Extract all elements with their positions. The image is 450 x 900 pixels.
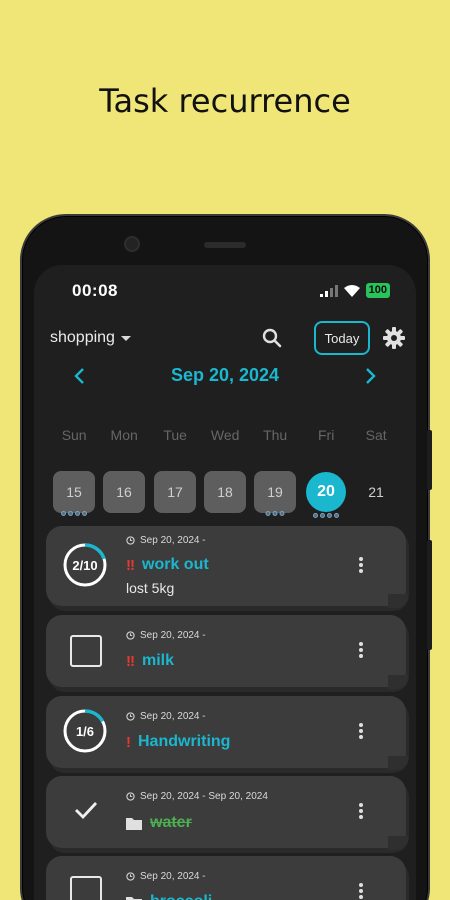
more-vert-icon[interactable] xyxy=(358,722,364,740)
task-title: broccoli xyxy=(126,893,212,900)
task-title: !! work out xyxy=(126,556,209,574)
clock-icon xyxy=(126,631,135,640)
clock-icon xyxy=(126,792,135,801)
folder-icon xyxy=(126,896,142,900)
weekday-label: Sat xyxy=(365,427,387,443)
day-number: 15 xyxy=(66,484,82,500)
task-checkbox[interactable] xyxy=(70,635,102,667)
app-screen: 00:08 100 shopping Today Sep 20, 2024 Su… xyxy=(34,265,416,900)
task-date: Sep 20, 2024 - xyxy=(126,711,206,722)
task-note: lost 5kg xyxy=(126,580,175,596)
wifi-icon xyxy=(343,284,360,297)
task-card[interactable]: 1/6 Sep 20, 2024 - ! Handwriting xyxy=(46,696,408,770)
task-date: Sep 20, 2024 - Sep 20, 2024 xyxy=(126,791,268,802)
priority-icon: ! xyxy=(126,733,131,751)
weekday-label: Wed xyxy=(210,427,240,443)
weekday-label: Mon xyxy=(110,427,138,443)
task-date: Sep 20, 2024 - xyxy=(126,630,206,641)
task-card-completed[interactable]: Sep 20, 2024 - Sep 20, 2024 water xyxy=(46,776,408,850)
battery-icon: 100 xyxy=(365,283,390,298)
folder-icon xyxy=(126,817,142,830)
weekday-label: Tue xyxy=(163,427,187,443)
priority-icon: !! xyxy=(126,652,135,670)
more-vert-icon[interactable] xyxy=(358,641,364,659)
day-number: 16 xyxy=(116,484,132,500)
list-selector[interactable]: shopping xyxy=(50,329,131,347)
task-title: water xyxy=(126,814,192,832)
day-cell[interactable]: 15 xyxy=(53,471,95,516)
priority-icon: !! xyxy=(126,556,135,574)
task-card[interactable]: Sep 20, 2024 - broccoli xyxy=(46,856,406,900)
more-vert-icon[interactable] xyxy=(358,882,364,900)
toolbar: shopping Today xyxy=(50,320,405,356)
speaker xyxy=(204,242,246,248)
headline: Task recurrence xyxy=(99,82,351,120)
day-number: 17 xyxy=(167,484,183,500)
progress-label: 2/10 xyxy=(72,557,98,573)
task-title: !! milk xyxy=(126,652,175,670)
search-icon[interactable] xyxy=(260,326,284,350)
signal-icon xyxy=(319,284,338,297)
day-cell-selected[interactable]: 20 xyxy=(306,472,346,518)
day-cell[interactable]: 19 xyxy=(254,471,296,516)
check-icon[interactable] xyxy=(72,796,100,824)
clock-icon xyxy=(126,536,135,545)
day-number: 19 xyxy=(267,484,283,500)
day-number: 20 xyxy=(317,483,335,500)
task-checkbox[interactable] xyxy=(70,876,102,900)
front-camera xyxy=(124,236,140,252)
chevron-down-icon xyxy=(120,335,131,341)
task-date: Sep 20, 2024 - xyxy=(126,535,206,546)
day-cell[interactable]: 21 xyxy=(355,471,397,513)
task-card[interactable]: Sep 20, 2024 - !! milk xyxy=(46,615,408,689)
month-navigation: Sep 20, 2024 xyxy=(34,361,416,391)
weekday-label: Sun xyxy=(61,427,87,443)
day-number: 18 xyxy=(217,484,233,500)
progress-label: 1/6 xyxy=(75,723,95,739)
clock-icon xyxy=(126,712,135,721)
more-vert-icon[interactable] xyxy=(358,802,364,820)
today-button[interactable]: Today xyxy=(314,321,370,355)
clock-icon xyxy=(126,872,135,881)
weekday-label: Fri xyxy=(317,427,335,443)
more-vert-icon[interactable] xyxy=(358,556,364,574)
week-strip: 15 16 17 18 19 20 21 xyxy=(34,469,416,518)
task-date: Sep 20, 2024 - xyxy=(126,871,206,882)
status-time: 00:08 xyxy=(72,281,118,300)
day-cell[interactable]: 16 xyxy=(103,471,145,513)
task-title: ! Handwriting xyxy=(126,733,231,751)
day-number: 21 xyxy=(368,484,384,500)
day-cell[interactable]: 18 xyxy=(204,471,246,513)
gear-icon[interactable] xyxy=(382,326,406,350)
power-button xyxy=(427,540,432,650)
day-cell[interactable]: 17 xyxy=(154,471,196,513)
chevron-right-icon[interactable] xyxy=(358,364,382,388)
volume-button xyxy=(427,430,432,490)
status-bar: 00:08 100 xyxy=(72,281,390,301)
task-card[interactable]: 2/10 Sep 20, 2024 - !! work out lost 5kg xyxy=(46,526,408,608)
weekday-label: Thu xyxy=(263,427,288,443)
list-name: shopping xyxy=(50,329,115,346)
